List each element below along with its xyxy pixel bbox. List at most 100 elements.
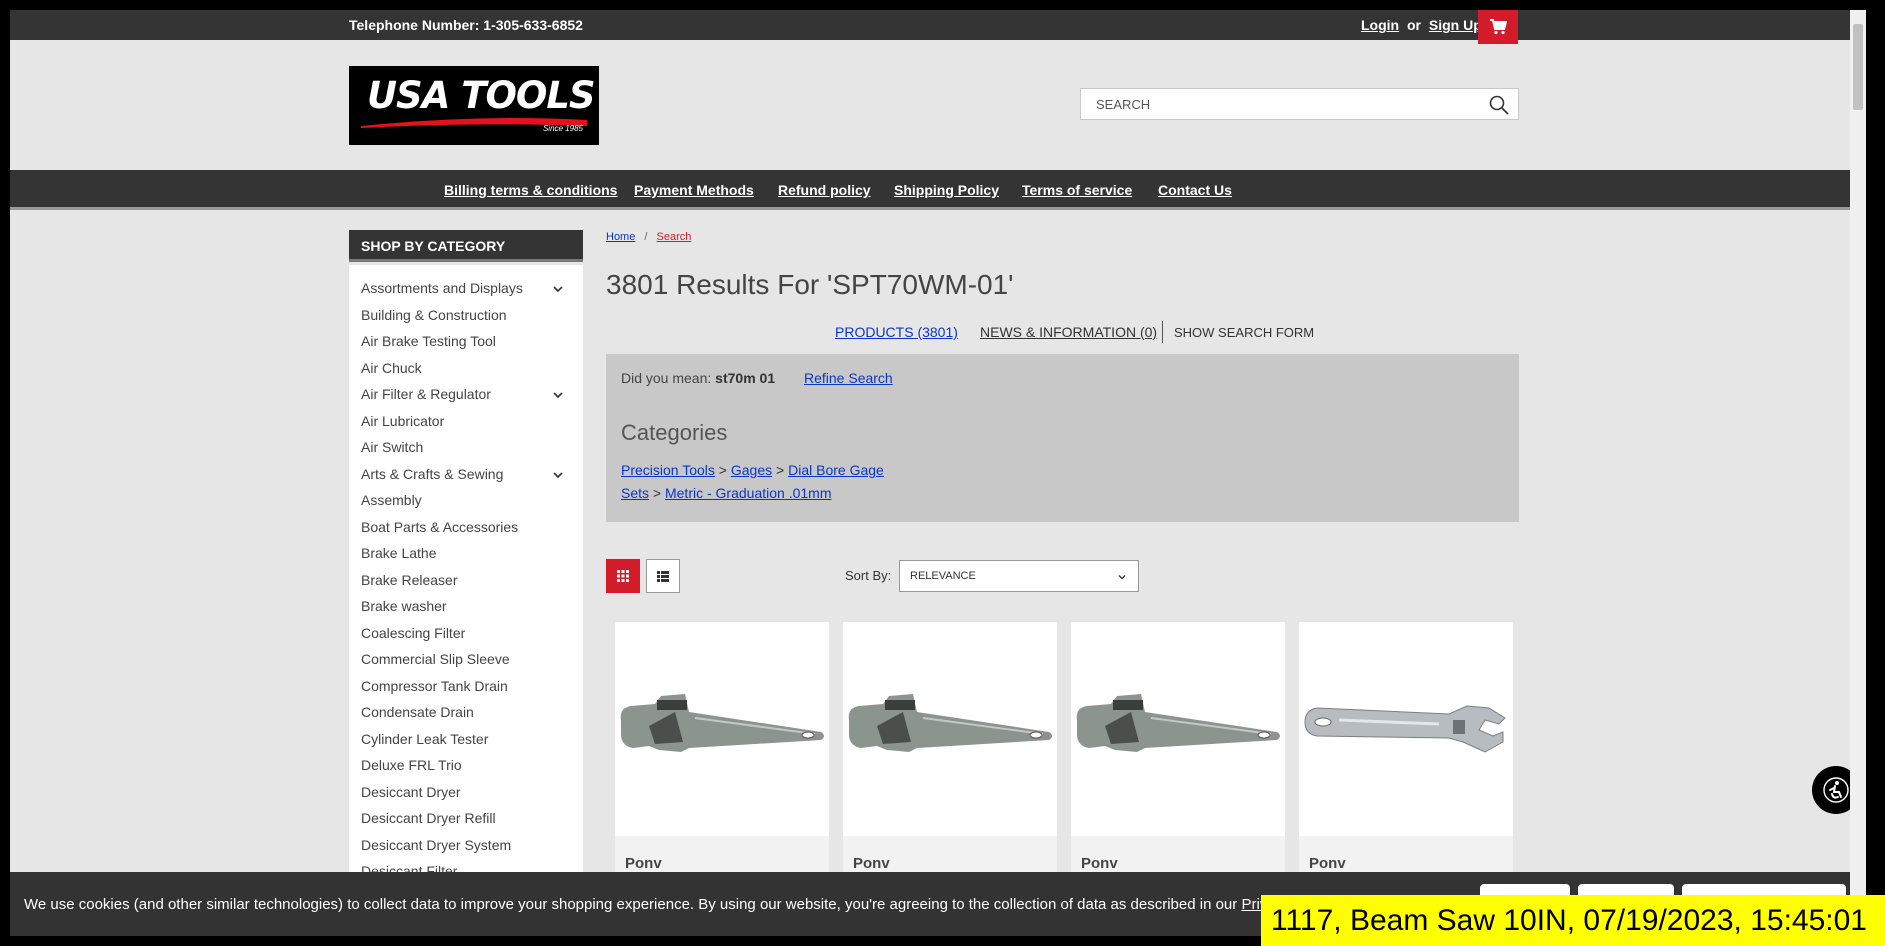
sidebar-item[interactable]: Assembly bbox=[361, 492, 422, 508]
did-you-mean-label: Did you mean: bbox=[621, 370, 712, 386]
category-metric[interactable]: Metric - Graduation .01mm bbox=[665, 485, 832, 501]
categories-title: Categories bbox=[621, 420, 728, 445]
sidebar-item[interactable]: Deluxe FRL Trio bbox=[361, 757, 462, 773]
breadcrumb-home[interactable]: Home bbox=[606, 231, 635, 243]
product-brand: Ponv bbox=[853, 855, 890, 872]
tab-products[interactable]: PRODUCTS (3801) bbox=[835, 324, 958, 340]
sidebar-item[interactable]: Boat Parts & Accessories bbox=[361, 519, 518, 535]
product-image[interactable] bbox=[843, 622, 1057, 836]
sort-label: Sort By: bbox=[845, 568, 892, 583]
category-dial-bore-gage-sets[interactable]: Sets bbox=[621, 485, 649, 501]
sort-value: RELEVANCE bbox=[910, 570, 976, 582]
or-text: or bbox=[1407, 17, 1421, 33]
chevron-down-icon bbox=[1118, 575, 1126, 580]
chevron-down-icon[interactable] bbox=[553, 390, 563, 400]
category-gages[interactable]: Gages bbox=[731, 462, 772, 478]
adjustable-wrench-icon bbox=[1304, 705, 1506, 753]
sidebar-item[interactable]: Condensate Drain bbox=[361, 704, 474, 720]
pipe-wrench-icon bbox=[848, 694, 1052, 752]
browser-viewport: Telephone Number: 1-305-633-6852 Login o… bbox=[10, 10, 1860, 936]
chevron-down-icon[interactable] bbox=[553, 284, 563, 294]
accessibility-icon bbox=[1823, 777, 1849, 803]
pipe-wrench-icon bbox=[1076, 694, 1280, 752]
sidebar-item[interactable]: Commercial Slip Sleeve bbox=[361, 651, 510, 667]
pipe-wrench-icon bbox=[620, 694, 824, 752]
category-dial-bore-gage[interactable]: Dial Bore Gage bbox=[788, 462, 884, 478]
sidebar-item[interactable]: Air Filter & Regulator bbox=[361, 386, 491, 402]
sidebar-item[interactable]: Air Brake Testing Tool bbox=[361, 333, 496, 349]
product-brand: Ponv bbox=[1309, 855, 1346, 872]
list-view-button[interactable] bbox=[646, 559, 680, 593]
category-path-cont: Sets > Metric - Graduation .01mm bbox=[621, 485, 831, 501]
top-bar bbox=[10, 10, 1860, 40]
search-placeholder: SEARCH bbox=[1096, 97, 1151, 112]
sidebar-item[interactable]: Desiccant Dryer bbox=[361, 784, 461, 800]
search-input[interactable]: SEARCH bbox=[1080, 88, 1519, 120]
product-brand: Ponv bbox=[625, 855, 662, 872]
search-suggestions-panel: Did you mean: st70m 01 Refine Search Cat… bbox=[606, 354, 1519, 522]
nav-refund-policy[interactable]: Refund policy bbox=[778, 182, 871, 198]
nav-terms-of-service[interactable]: Terms of service bbox=[1022, 182, 1132, 198]
product-image[interactable] bbox=[1071, 622, 1285, 836]
account-links: Login or Sign Up bbox=[1361, 17, 1482, 33]
scrollbar-thumb[interactable] bbox=[1853, 24, 1863, 110]
sidebar-item[interactable]: Arts & Crafts & Sewing bbox=[361, 466, 503, 482]
path-separator: > bbox=[776, 462, 785, 478]
sidebar-heading: SHOP BY CATEGORY bbox=[349, 230, 583, 262]
sidebar-item[interactable]: Building & Construction bbox=[361, 307, 507, 323]
breadcrumb-search[interactable]: Search bbox=[657, 231, 692, 243]
list-icon bbox=[657, 570, 669, 582]
sidebar-item[interactable]: Air Lubricator bbox=[361, 413, 444, 429]
category-path: Precision Tools > Gages > Dial Bore Gage bbox=[621, 462, 884, 478]
login-link[interactable]: Login bbox=[1361, 17, 1399, 33]
product-image[interactable] bbox=[1299, 622, 1513, 836]
breadcrumb: Home / Search bbox=[606, 231, 691, 243]
sidebar-item[interactable]: Brake Lathe bbox=[361, 545, 437, 561]
breadcrumb-separator: / bbox=[644, 231, 648, 243]
sidebar-item[interactable]: Cylinder Leak Tester bbox=[361, 731, 488, 747]
nav-contact-us[interactable]: Contact Us bbox=[1158, 182, 1232, 198]
tab-news[interactable]: NEWS & INFORMATION (0) bbox=[980, 324, 1157, 340]
did-you-mean: Did you mean: st70m 01 bbox=[621, 370, 775, 386]
sidebar-item[interactable]: Assortments and Displays bbox=[361, 280, 523, 296]
signup-link[interactable]: Sign Up bbox=[1429, 17, 1482, 33]
nav-payment-methods[interactable]: Payment Methods bbox=[634, 182, 754, 198]
path-separator: > bbox=[718, 462, 727, 478]
cookie-text: We use cookies (and other similar techno… bbox=[24, 896, 1238, 913]
cart-icon bbox=[1490, 19, 1507, 35]
product-image[interactable] bbox=[615, 622, 829, 836]
sidebar-item[interactable]: Air Switch bbox=[361, 439, 423, 455]
page-title: 3801 Results For 'SPT70WM-01' bbox=[606, 269, 1014, 300]
sidebar-item[interactable]: Compressor Tank Drain bbox=[361, 678, 508, 694]
timestamp-overlay: 1117, Beam Saw 10IN, 07/19/2023, 15:45:0… bbox=[1261, 895, 1885, 946]
logo-since: Since 1985 bbox=[542, 124, 583, 133]
cart-button[interactable] bbox=[1478, 10, 1518, 44]
tab-divider bbox=[1162, 321, 1163, 343]
main-nav: Billing terms & conditions Payment Metho… bbox=[10, 170, 1860, 210]
sidebar-item[interactable]: Desiccant Dryer System bbox=[361, 837, 511, 853]
site-logo[interactable]: USA TOOLS Since 1985 bbox=[349, 66, 599, 145]
sidebar-item[interactable]: Desiccant Dryer Refill bbox=[361, 810, 496, 826]
phone-number: Telephone Number: 1-305-633-6852 bbox=[349, 17, 583, 33]
category-list: Assortments and Displays Building & Const… bbox=[349, 265, 583, 885]
logo-text: USA TOOLS bbox=[367, 74, 596, 117]
grid-icon bbox=[617, 570, 629, 582]
refine-search-link[interactable]: Refine Search bbox=[804, 370, 893, 386]
sort-select[interactable]: RELEVANCE bbox=[899, 560, 1139, 592]
path-separator: > bbox=[652, 485, 662, 501]
sidebar-item[interactable]: Coalescing Filter bbox=[361, 625, 465, 641]
cookie-message: We use cookies (and other similar techno… bbox=[24, 896, 1313, 913]
nav-billing-terms[interactable]: Billing terms & conditions bbox=[444, 182, 617, 198]
show-search-form-link[interactable]: SHOW SEARCH FORM bbox=[1174, 325, 1314, 340]
sidebar-item[interactable]: Air Chuck bbox=[361, 360, 422, 376]
category-precision-tools[interactable]: Precision Tools bbox=[621, 462, 715, 478]
vertical-scrollbar[interactable] bbox=[1850, 10, 1866, 936]
chevron-down-icon[interactable] bbox=[553, 470, 563, 480]
grid-view-button[interactable] bbox=[606, 559, 640, 593]
sidebar-item[interactable]: Brake Releaser bbox=[361, 572, 458, 588]
product-brand: Ponv bbox=[1081, 855, 1118, 872]
search-icon[interactable] bbox=[1488, 94, 1510, 116]
suggestion-link[interactable]: st70m 01 bbox=[715, 370, 775, 386]
nav-shipping-policy[interactable]: Shipping Policy bbox=[894, 182, 999, 198]
sidebar-item[interactable]: Brake washer bbox=[361, 598, 447, 614]
